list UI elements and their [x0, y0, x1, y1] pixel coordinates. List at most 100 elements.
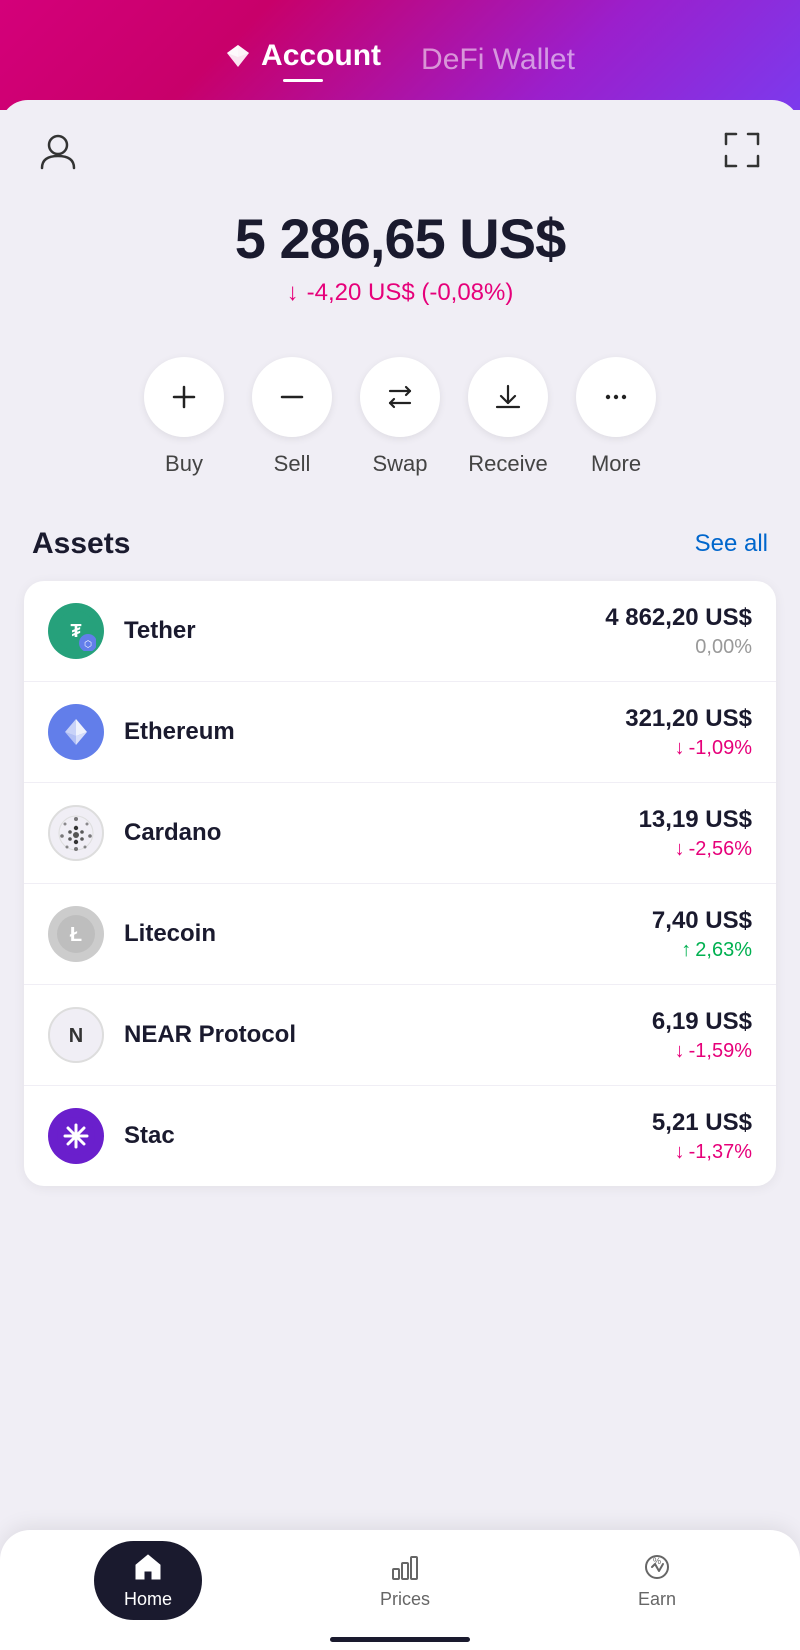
- home-indicator: [330, 1637, 470, 1642]
- diamond-icon: [225, 43, 251, 69]
- ethereum-change-text: -1,09%: [689, 737, 752, 760]
- more-label: More: [591, 451, 641, 477]
- cardano-logo: [48, 805, 104, 861]
- home-icon: [132, 1551, 164, 1583]
- near-arrow: ↓: [675, 1040, 685, 1063]
- nav-earn-label: Earn: [638, 1589, 676, 1610]
- asset-ethereum[interactable]: Ethereum 321,20 US$ ↓ -1,09%: [24, 682, 776, 783]
- nav-prices[interactable]: Prices: [350, 1541, 460, 1620]
- swap-button[interactable]: Swap: [360, 357, 440, 477]
- litecoin-logo: Ł: [48, 906, 104, 962]
- svg-text:Ł: Ł: [70, 924, 82, 946]
- litecoin-name: Litecoin: [124, 920, 652, 948]
- cardano-change: ↓ -2,56%: [639, 838, 752, 861]
- sell-circle: [252, 357, 332, 437]
- cardano-name: Cardano: [124, 819, 639, 847]
- asset-litecoin[interactable]: Ł Litecoin 7,40 US$ ↑ 2,63%: [24, 884, 776, 985]
- svg-text:₮: ₮: [71, 621, 82, 641]
- asset-tether[interactable]: ₮ ⬡ Tether 4 862,20 US$ 0,00%: [24, 581, 776, 682]
- svg-text:Ν: Ν: [69, 1025, 83, 1047]
- action-buttons: Buy Sell Swap: [0, 337, 800, 507]
- asset-cardano[interactable]: Cardano 13,19 US$ ↓ -2,56%: [24, 783, 776, 884]
- ethereum-logo: [48, 704, 104, 760]
- header: Account DeFi Wallet: [0, 0, 800, 110]
- asset-stac[interactable]: Stac 5,21 US$ ↓ -1,37%: [24, 1086, 776, 1186]
- near-value-section: 6,19 US$ ↓ -1,59%: [652, 1008, 752, 1063]
- more-circle: [576, 357, 656, 437]
- plus-icon: [168, 381, 200, 413]
- tether-change: 0,00%: [605, 636, 752, 659]
- ltc-arrow: ↑: [681, 939, 691, 962]
- eth-arrow: ↓: [675, 737, 685, 760]
- stac-logo: [48, 1108, 104, 1164]
- nav-home[interactable]: Home: [94, 1541, 202, 1620]
- near-value: 6,19 US$: [652, 1008, 752, 1036]
- receive-circle: [468, 357, 548, 437]
- stac-change-text: -1,37%: [689, 1141, 752, 1164]
- stac-arrow: ↓: [675, 1141, 685, 1164]
- balance-change: ↓ -4,20 US$ (-0,08%): [287, 279, 514, 307]
- assets-list: ₮ ⬡ Tether 4 862,20 US$ 0,00%: [24, 581, 776, 1186]
- defi-tab-label: DeFi Wallet: [421, 43, 575, 77]
- scan-button[interactable]: [716, 124, 768, 176]
- asset-near[interactable]: Ν NEAR Protocol 6,19 US$ ↓ -1,59%: [24, 985, 776, 1086]
- ada-arrow: ↓: [675, 838, 685, 861]
- more-button[interactable]: More: [576, 357, 656, 477]
- svg-text:%: %: [653, 1556, 661, 1566]
- receive-label: Receive: [468, 451, 547, 477]
- ethereum-value: 321,20 US$: [625, 705, 752, 733]
- main-content: 5 286,65 US$ ↓ -4,20 US$ (-0,08%) Buy: [0, 100, 800, 1306]
- account-tab[interactable]: Account: [225, 39, 381, 82]
- tether-name: Tether: [124, 617, 605, 645]
- tab-indicator: [283, 79, 323, 82]
- nav-earn[interactable]: % Earn: [608, 1541, 706, 1620]
- tether-value-section: 4 862,20 US$ 0,00%: [605, 604, 752, 659]
- near-logo: Ν: [48, 1007, 104, 1063]
- change-arrow-down: ↓: [287, 279, 299, 307]
- tether-value: 4 862,20 US$: [605, 604, 752, 632]
- svg-text:⬡: ⬡: [84, 639, 92, 649]
- stac-name: Stac: [124, 1122, 652, 1150]
- download-icon: [492, 381, 524, 413]
- tether-change-text: 0,00%: [695, 636, 752, 659]
- defi-tab[interactable]: DeFi Wallet: [421, 43, 575, 77]
- bottom-nav: Home Prices % Earn: [0, 1530, 800, 1650]
- swap-label: Swap: [372, 451, 427, 477]
- swap-circle: [360, 357, 440, 437]
- nav-prices-label: Prices: [380, 1589, 430, 1610]
- scan-icon: [720, 128, 764, 172]
- tether-logo: ₮ ⬡: [48, 603, 104, 659]
- litecoin-change-text: 2,63%: [695, 939, 752, 962]
- minus-icon: [276, 381, 308, 413]
- cardano-value-section: 13,19 US$ ↓ -2,56%: [639, 806, 752, 861]
- litecoin-value-section: 7,40 US$ ↑ 2,63%: [652, 907, 752, 962]
- near-name: NEAR Protocol: [124, 1021, 652, 1049]
- balance-amount: 5 286,65 US$: [235, 206, 565, 271]
- sell-button[interactable]: Sell: [252, 357, 332, 477]
- top-icons-row: [0, 100, 800, 186]
- cardano-change-text: -2,56%: [689, 838, 752, 861]
- balance-change-text: -4,20 US$ (-0,08%): [307, 279, 514, 307]
- receive-button[interactable]: Receive: [468, 357, 548, 477]
- near-icon: Ν: [57, 1016, 95, 1054]
- buy-button[interactable]: Buy: [144, 357, 224, 477]
- cardano-value: 13,19 US$: [639, 806, 752, 834]
- earn-icon: %: [641, 1551, 673, 1583]
- see-all-button[interactable]: See all: [695, 530, 768, 558]
- profile-button[interactable]: [32, 124, 84, 176]
- stac-value-section: 5,21 US$ ↓ -1,37%: [652, 1109, 752, 1164]
- account-tab-label: Account: [261, 39, 381, 73]
- near-change: ↓ -1,59%: [652, 1040, 752, 1063]
- assets-section: Assets See all ₮ ⬡ Tether 4 862,20 US$: [0, 507, 800, 1186]
- ethereum-name: Ethereum: [124, 718, 625, 746]
- near-change-text: -1,59%: [689, 1040, 752, 1063]
- assets-header: Assets See all: [24, 517, 776, 581]
- tether-icon: ₮ ⬡: [56, 611, 96, 651]
- stac-change: ↓ -1,37%: [652, 1141, 752, 1164]
- buy-label: Buy: [165, 451, 203, 477]
- sell-label: Sell: [274, 451, 311, 477]
- dots-icon: [600, 381, 632, 413]
- swap-icon: [384, 381, 416, 413]
- ltc-icon: Ł: [57, 915, 95, 953]
- ethereum-change: ↓ -1,09%: [625, 737, 752, 760]
